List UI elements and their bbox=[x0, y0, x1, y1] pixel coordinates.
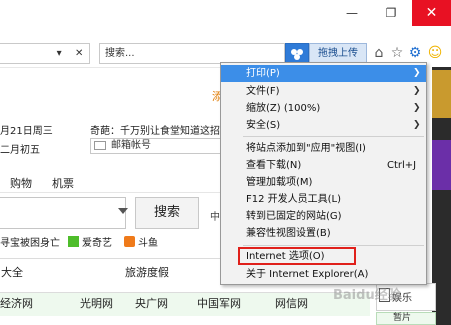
favorites-star-icon[interactable]: ☆ bbox=[389, 44, 405, 62]
menu-item-print[interactable]: 打印(P) ❯ bbox=[221, 65, 426, 82]
table-cell[interactable]: 大全 bbox=[0, 262, 55, 286]
mail-icon bbox=[94, 141, 106, 150]
search-input[interactable]: 搜索... bbox=[99, 43, 285, 64]
dropdown-icon[interactable]: ▾ bbox=[57, 48, 62, 59]
menu-item-manage-addons[interactable]: 管理加载项(M) bbox=[221, 174, 426, 191]
side-widget-label-2: 暂片 bbox=[393, 313, 412, 323]
douyu-link[interactable]: 斗鱼 bbox=[138, 234, 158, 249]
home-icon[interactable]: ⌂ bbox=[371, 44, 387, 62]
email-field[interactable]: 邮箱帐号 bbox=[90, 138, 226, 154]
chevron-right-icon: ❯ bbox=[413, 86, 421, 96]
callout-highlight-box bbox=[238, 247, 356, 265]
table-cell[interactable]: 旅游度假 bbox=[55, 262, 185, 286]
iqiyi-icon bbox=[68, 236, 79, 247]
menu-separator bbox=[243, 245, 424, 246]
chevron-right-icon: ❯ bbox=[413, 68, 421, 78]
address-controls: ▾ ✕ bbox=[50, 43, 90, 64]
menu-separator bbox=[243, 136, 424, 137]
menu-item-view-downloads[interactable]: 查看下载(N) Ctrl+J bbox=[221, 157, 426, 174]
divider bbox=[0, 192, 236, 193]
menu-item-safety[interactable]: 安全(S) ❯ bbox=[221, 117, 426, 134]
link-row: 寻宝被困身亡 爱奇艺 斗鱼 bbox=[0, 234, 236, 250]
table-cell[interactable]: 光明网 bbox=[80, 293, 135, 317]
shortcut-text: Ctrl+J bbox=[387, 160, 417, 171]
chevron-right-icon: ❯ bbox=[413, 103, 421, 113]
restore-button[interactable]: ❐ bbox=[372, 0, 410, 26]
menu-item-about-ie[interactable]: 关于 Internet Explorer(A) bbox=[221, 266, 426, 283]
table-row: 经济网 光明网 央广网 中国军网 网信网 bbox=[0, 292, 370, 316]
table-cell[interactable]: 经济网 bbox=[0, 293, 80, 317]
feedback-smiley-icon[interactable]: ☺ bbox=[427, 44, 443, 62]
menu-item-add-site-to-apps[interactable]: 将站点添加到"应用"视图(I) bbox=[221, 140, 426, 157]
side-widget-button-2[interactable]: 暂片 bbox=[376, 312, 436, 325]
menu-item-file[interactable]: 文件(F) ❯ bbox=[221, 83, 426, 100]
close-button[interactable]: ✕ bbox=[412, 0, 451, 26]
table-cell[interactable]: 中国军网 bbox=[197, 293, 275, 317]
cloud-icon[interactable] bbox=[285, 43, 309, 64]
douyu-icon bbox=[124, 236, 135, 247]
minimize-button[interactable]: — bbox=[333, 0, 371, 26]
tab-shopping[interactable]: 购物 bbox=[10, 175, 32, 191]
news-link[interactable]: 寻宝被困身亡 bbox=[0, 234, 60, 249]
chevron-right-icon: ❯ bbox=[413, 120, 421, 130]
news-headline[interactable]: 奇葩：千万别让食堂知道这招 bbox=[90, 122, 220, 137]
close-icon[interactable]: ✕ bbox=[75, 48, 83, 59]
main-search-input[interactable] bbox=[0, 197, 126, 229]
upload-button[interactable]: 拖拽上传 bbox=[309, 43, 367, 64]
date-text: 月21日周三 bbox=[0, 126, 53, 137]
table-cell[interactable]: 央广网 bbox=[135, 293, 197, 317]
chevron-down-icon[interactable] bbox=[118, 208, 128, 214]
side-thumbnail[interactable] bbox=[432, 140, 451, 190]
side-thumbnail[interactable] bbox=[432, 70, 451, 118]
menu-item-compatibility-view[interactable]: 兼容性视图设置(B) bbox=[221, 225, 426, 242]
menu-item-pinned-sites[interactable]: 转到已固定的网站(G) bbox=[221, 208, 426, 225]
iqiyi-link[interactable]: 爱奇艺 bbox=[82, 234, 112, 249]
watermark: Baidu经验 bbox=[333, 288, 401, 303]
search-button[interactable]: 搜索 bbox=[135, 197, 199, 229]
table-cell[interactable]: 网信网 bbox=[275, 293, 335, 317]
menu-item-zoom[interactable]: 缩放(Z) (100%) ❯ bbox=[221, 100, 426, 117]
gear-icon[interactable]: ⚙ bbox=[407, 44, 423, 62]
lunar-date-text: 二月初五 bbox=[0, 145, 40, 156]
menu-item-developer-tools[interactable]: F12 开发人员工具(L) bbox=[221, 191, 426, 208]
page-header bbox=[0, 67, 236, 107]
tab-tickets[interactable]: 机票 bbox=[52, 175, 74, 191]
search-scope-label[interactable]: 中 bbox=[210, 208, 220, 223]
